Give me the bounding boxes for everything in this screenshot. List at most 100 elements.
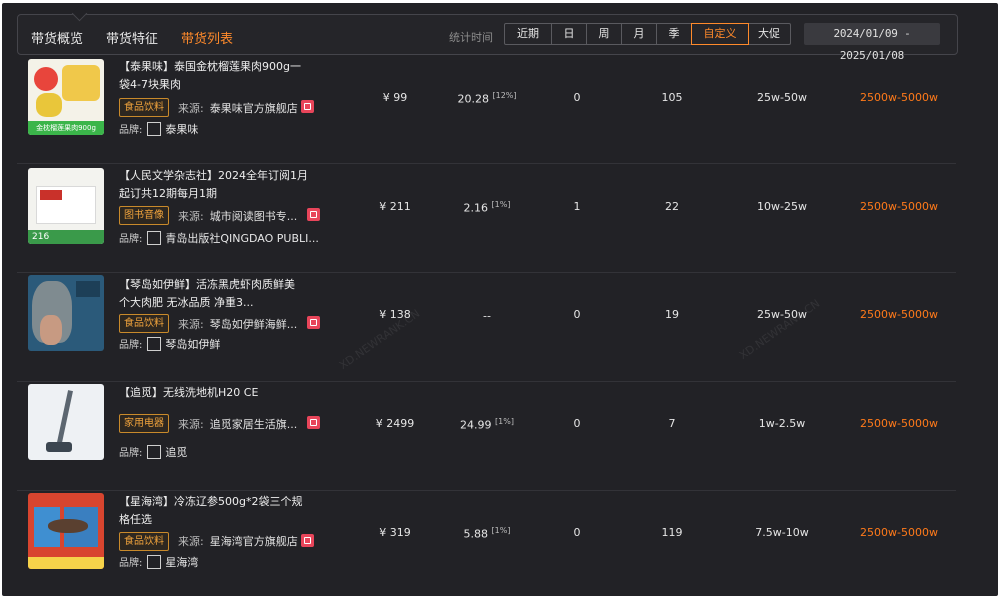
source-label: 来源: [178, 535, 204, 548]
source-value[interactable]: 琴岛如伊鲜海鲜... [210, 318, 298, 331]
brand-logo-icon [34, 67, 58, 91]
store-icon[interactable] [307, 416, 320, 429]
commission-rate: [1%] [491, 526, 511, 535]
store-icon[interactable] [301, 534, 314, 547]
mop-handle-icon [56, 390, 73, 448]
category-tag: 图书音像 [119, 206, 169, 225]
period-month-button[interactable]: 月 [622, 24, 657, 44]
product-title[interactable]: 【琴岛如伊鲜】活冻黑虎虾肉质鲜美 个大肉肥 无冰品质 净重3... [119, 276, 309, 312]
metric-col3: 0 [573, 417, 581, 430]
store-icon[interactable] [301, 100, 314, 113]
metric-col4: 19 [665, 308, 679, 321]
product-brand: 品牌: 星海湾 [119, 554, 198, 570]
price: ¥ 211 [379, 200, 411, 213]
product-title[interactable]: 【人民文学杂志社】2024全年订阅1月起订共12期每月1期 [119, 167, 309, 203]
source-value[interactable]: 泰果味官方旗舰店 [210, 102, 298, 115]
brand-value: 青岛出版社QINGDAO PUBLI... [165, 232, 319, 245]
source-value[interactable]: 星海湾官方旗舰店 [210, 535, 298, 548]
metric-col3: 0 [573, 308, 581, 321]
commission: 24.99 [1%] [447, 417, 527, 432]
table-row: 金枕榴莲果肉900g 【泰果味】泰国金枕榴莲果肉900g一袋4-7块果肉 食品饮… [17, 55, 956, 164]
table-row: 【星海湾】冷冻辽参500g*2袋三个规格任选 食品饮料 来源: 星海湾官方旗舰店 … [17, 491, 956, 596]
period-day-button[interactable]: 日 [552, 24, 587, 44]
durian-flesh-icon [36, 93, 62, 117]
magazine-title-icon [40, 190, 62, 200]
category-tag: 食品饮料 [119, 532, 169, 551]
sales-range: 1w-2.5w [758, 417, 806, 430]
product-thumbnail[interactable]: 金枕榴莲果肉900g [28, 59, 104, 135]
gmv-range: 2500w-5000w [860, 308, 938, 321]
store-icon[interactable] [307, 316, 320, 329]
product-thumbnail[interactable]: 216 [28, 168, 104, 244]
time-filter-label: 统计时间 [449, 31, 493, 44]
product-brand: 品牌: 琴岛如伊鲜 [119, 336, 220, 352]
commission-value: 20.28 [457, 92, 489, 106]
category-tag: 食品饮料 [119, 314, 169, 333]
gmv-range: 2500w-5000w [860, 91, 938, 104]
sales-range: 25w-50w [757, 91, 807, 104]
metric-col4: 105 [661, 91, 683, 104]
product-title[interactable]: 【泰果味】泰国金枕榴莲果肉900g一袋4-7块果肉 [119, 58, 309, 94]
tab-features[interactable]: 带货特征 [106, 28, 158, 47]
period-recent-button[interactable]: 近期 [505, 24, 552, 44]
source-label: 来源: [178, 318, 204, 331]
metric-col3: 0 [573, 91, 581, 104]
period-quarter-button[interactable]: 季 [657, 24, 692, 44]
sea-cucumber-icon [48, 519, 88, 533]
sales-range: 10w-25w [757, 200, 807, 213]
gmv-range: 2500w-5000w [860, 526, 938, 539]
gmv-range: 2500w-5000w [860, 417, 938, 430]
thumb-caption: 金枕榴莲果肉900g [28, 121, 104, 135]
metric-col4: 22 [665, 200, 679, 213]
product-thumbnail[interactable] [28, 493, 104, 569]
mop-head-icon [46, 442, 72, 452]
brand-label: 品牌: [119, 558, 143, 569]
durian-pack-icon [62, 65, 100, 101]
brand-checkbox [147, 231, 162, 245]
store-icon[interactable] [307, 208, 320, 221]
commission: 2.16 [1%] [447, 200, 527, 215]
product-title[interactable]: 【追觅】无线洗地机H20 CE [119, 384, 309, 402]
date-range-picker[interactable]: 2024/01/09 - 2025/01/08 [804, 23, 940, 62]
price: ¥ 99 [382, 91, 408, 104]
commission-value: 2.16 [463, 201, 489, 215]
tab-product-list[interactable]: 带货列表 [181, 28, 233, 47]
product-brand: 品牌: 追觅 [119, 444, 187, 460]
period-promo-button[interactable]: 大促 [748, 24, 790, 44]
metric-col3: 0 [573, 526, 581, 539]
product-title[interactable]: 【星海湾】冷冻辽参500g*2袋三个规格任选 [119, 493, 309, 529]
brand-checkbox [147, 337, 162, 351]
price: ¥ 319 [379, 526, 411, 539]
product-source: 来源: 追觅家居生活旗... [178, 416, 297, 432]
header-bar: 带货概览 带货特征 带货列表 统计时间 近期 日 周 月 季 自定义 大促 20… [17, 5, 958, 62]
brand-label: 品牌: [119, 234, 143, 245]
brand-value: 泰果味 [165, 123, 199, 136]
tab-overview[interactable]: 带货概览 [31, 28, 83, 47]
product-thumbnail[interactable] [28, 275, 104, 351]
source-value[interactable]: 城市阅读图书专... [210, 210, 298, 223]
brand-label: 品牌: [119, 125, 143, 136]
product-list-panel: 带货概览 带货特征 带货列表 统计时间 近期 日 周 月 季 自定义 大促 20… [2, 3, 998, 596]
thumb-price-caption: 216 [28, 230, 104, 244]
price: ¥ 2499 [375, 417, 415, 430]
period-selector: 近期 日 周 月 季 自定义 大促 [504, 23, 791, 45]
brand-checkbox [147, 445, 162, 459]
sales-range: 7.5w-10w [755, 526, 809, 539]
source-label: 来源: [178, 210, 204, 223]
price: ¥ 138 [379, 308, 411, 321]
period-week-button[interactable]: 周 [587, 24, 622, 44]
source-value[interactable]: 追觅家居生活旗... [210, 418, 298, 431]
brand-value: 星海湾 [165, 556, 199, 569]
commission: -- [447, 308, 527, 323]
commission-rate: [1%] [491, 200, 511, 209]
product-thumbnail[interactable] [28, 384, 104, 460]
brand-value: 琴岛如伊鲜 [165, 338, 221, 351]
source-label: 来源: [178, 102, 204, 115]
product-source: 来源: 城市阅读图书专... [178, 208, 297, 224]
brand-label: 品牌: [119, 340, 143, 351]
table-row: 【追觅】无线洗地机H20 CE 家用电器 来源: 追觅家居生活旗... 品牌: 追觅… [17, 382, 956, 491]
product-source: 来源: 琴岛如伊鲜海鲜... [178, 316, 297, 332]
metric-col4: 7 [668, 417, 676, 430]
metric-col4: 119 [661, 526, 683, 539]
period-custom-button[interactable]: 自定义 [691, 23, 749, 45]
